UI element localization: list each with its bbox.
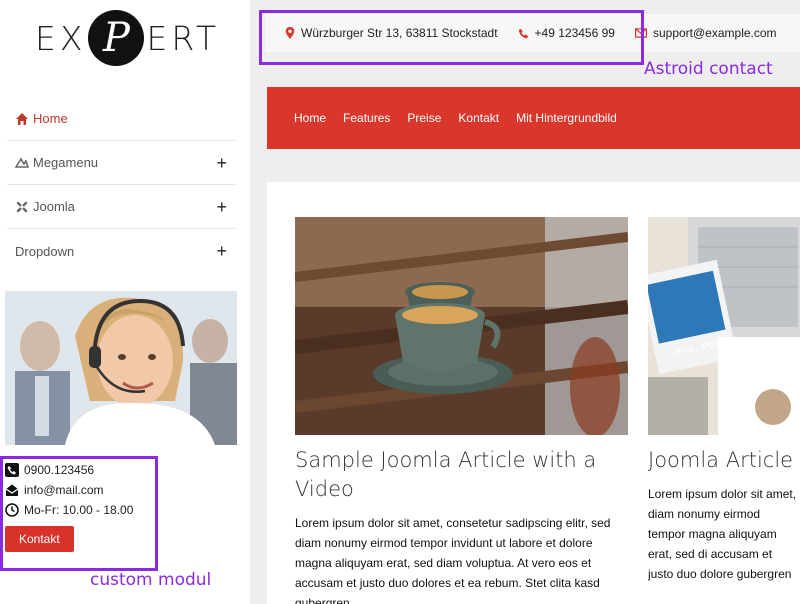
- nav-features[interactable]: Features: [343, 111, 390, 125]
- article-image-desk[interactable]: iPod · iPod mini: [648, 217, 800, 435]
- article-title[interactable]: Joomla Article w: [648, 446, 800, 475]
- megamenu-icon: [15, 156, 29, 168]
- article-body: Lorem ipsum dolor sit amet, consetetur s…: [295, 516, 611, 604]
- main-area: Würzburger Str 13, 63811 Stockstadt +49 …: [250, 0, 800, 604]
- nav-preise[interactable]: Preise: [407, 111, 441, 125]
- article-body: Lorem ipsum dolor sit amet, diam nonumy …: [648, 487, 797, 581]
- support-agent-photo: [5, 291, 237, 445]
- article-card: iPod · iPod mini Joomla Article w Lorem …: [648, 217, 800, 584]
- sidebar-item-joomla[interactable]: Joomla +: [7, 185, 235, 229]
- main-navbar: Home Features Preise Kontakt Mit Hinterg…: [267, 87, 800, 149]
- topbar-email-text: support@example.com: [652, 26, 777, 40]
- topbar-email[interactable]: support@example.com: [634, 26, 777, 40]
- sidebar-item-dropdown[interactable]: Dropdown +: [7, 229, 235, 273]
- sidebar-item-home[interactable]: Home: [7, 97, 235, 141]
- annotation-box-custom-modul: [0, 456, 158, 571]
- home-icon: [16, 112, 28, 125]
- nav-hintergrundbild[interactable]: Mit Hintergrundbild: [516, 111, 617, 125]
- expand-icon[interactable]: +: [216, 242, 227, 260]
- logo-text-left: EX: [35, 18, 87, 58]
- content-area: Sample Joomla Article with a Video Lorem…: [267, 182, 800, 604]
- article-title[interactable]: Sample Joomla Article with a Video: [295, 446, 628, 504]
- logo-text-right: ERT: [146, 18, 221, 58]
- sidebar: EX P ERT Home Megamenu + Joomla + Dropdo…: [0, 0, 250, 604]
- sidebar-item-label: Joomla: [33, 199, 75, 214]
- logo-mark: P: [88, 10, 145, 66]
- annotation-label-custom-modul: custom modul: [90, 570, 212, 590]
- sidebar-item-megamenu[interactable]: Megamenu +: [7, 141, 235, 185]
- nav-kontakt[interactable]: Kontakt: [458, 111, 499, 125]
- sidebar-item-label: Dropdown: [15, 243, 75, 259]
- site-logo[interactable]: EX P ERT: [35, 8, 220, 68]
- annotation-box-astroid-contact: [259, 10, 644, 65]
- annotation-label-astroid-contact: Astroid contact: [644, 59, 773, 79]
- sidebar-item-label: Megamenu: [33, 155, 99, 170]
- sidebar-item-label: Home: [33, 111, 68, 126]
- expand-icon[interactable]: +: [216, 198, 227, 216]
- expand-icon[interactable]: +: [216, 154, 227, 172]
- article-image-coffee[interactable]: [295, 217, 628, 435]
- article-card: Sample Joomla Article with a Video Lorem…: [295, 217, 628, 604]
- nav-home[interactable]: Home: [294, 111, 326, 125]
- sidebar-menu: Home Megamenu + Joomla + Dropdown +: [7, 97, 235, 273]
- joomla-icon: [16, 201, 28, 212]
